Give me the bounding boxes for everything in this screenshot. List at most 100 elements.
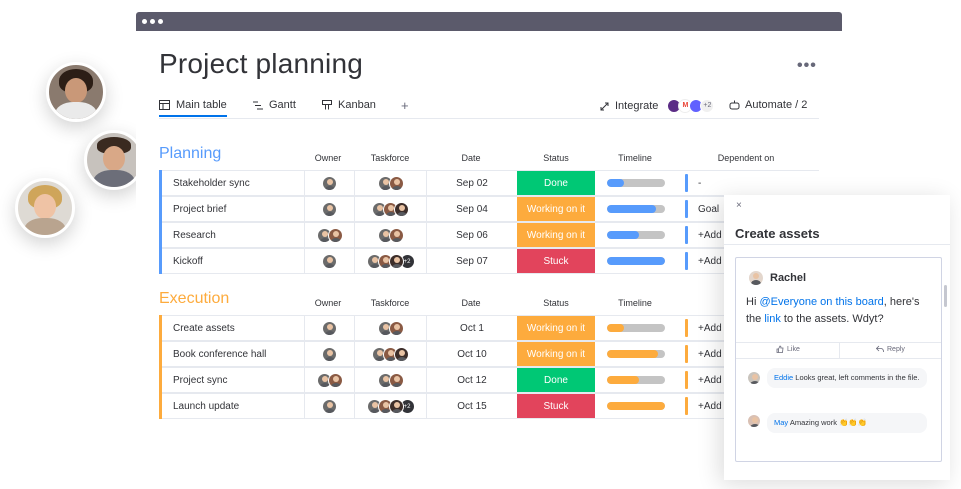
owner-cell[interactable] (304, 342, 354, 366)
table-row[interactable]: Create assets Oct 1 Working on it +Add (159, 315, 819, 341)
avatar-group[interactable] (377, 320, 404, 336)
owner-cell[interactable] (304, 316, 354, 340)
taskforce-cell[interactable] (354, 197, 426, 221)
dependent-cell[interactable]: +Add (685, 368, 722, 392)
date-cell[interactable]: Sep 06 (426, 223, 517, 247)
item-name[interactable]: Launch update (163, 394, 303, 418)
mention-link[interactable]: @Everyone on this board (759, 296, 883, 308)
taskforce-cell[interactable] (354, 368, 426, 392)
status-badge[interactable]: Stuck (517, 394, 595, 418)
taskforce-cell[interactable]: +2 (354, 394, 426, 418)
avatar-group[interactable] (316, 372, 343, 388)
status-badge[interactable]: Working on it (517, 316, 595, 340)
item-name[interactable]: Project brief (163, 197, 303, 221)
status-badge[interactable]: Working on it (517, 342, 595, 366)
date-cell[interactable]: Sep 07 (426, 249, 517, 273)
avatar-group[interactable] (322, 320, 337, 336)
avatar-group[interactable] (322, 398, 337, 414)
dependent-cell[interactable]: +Add (685, 249, 722, 273)
item-name[interactable]: Stakeholder sync (163, 171, 303, 195)
timeline-bar[interactable] (607, 179, 665, 187)
date-cell[interactable]: Oct 12 (426, 368, 517, 392)
timeline-bar[interactable] (607, 231, 665, 239)
status-badge[interactable]: Stuck (517, 249, 595, 273)
like-button[interactable]: Like (776, 345, 800, 353)
timeline-fill (607, 179, 625, 187)
group-title-execution[interactable]: Execution (159, 290, 229, 308)
automate-button[interactable]: Automate / 2 (729, 99, 807, 111)
dependent-cell[interactable]: +Add (685, 342, 722, 366)
status-badge[interactable]: Working on it (517, 223, 595, 247)
group-title-planning[interactable]: Planning (159, 145, 221, 163)
date-cell[interactable]: Oct 15 (426, 394, 517, 418)
integrate-button[interactable]: Integrate M +2 (599, 99, 715, 113)
table-row[interactable]: Kickoff +2 Sep 07 Stuck +Add (159, 248, 819, 274)
avatar-group[interactable] (322, 253, 337, 269)
avatar-group[interactable] (377, 175, 404, 191)
owner-cell[interactable] (304, 394, 354, 418)
date-cell[interactable]: Oct 1 (426, 316, 517, 340)
avatar-group[interactable] (322, 201, 337, 217)
assets-link[interactable]: link (764, 313, 781, 325)
taskforce-cell[interactable]: +2 (354, 249, 426, 273)
dependent-cell[interactable]: +Add (685, 316, 722, 340)
owner-cell[interactable] (304, 368, 354, 392)
dependent-cell[interactable]: +Add (685, 394, 722, 418)
timeline-bar[interactable] (607, 376, 665, 384)
taskforce-cell[interactable] (354, 223, 426, 247)
close-icon[interactable]: × (736, 200, 742, 211)
item-name[interactable]: Project sync (163, 368, 303, 392)
table-row[interactable]: Launch update +2 Oct 15 Stuck +Add (159, 393, 819, 419)
table-row[interactable]: Research Sep 06 Working on it +Add (159, 222, 819, 248)
avatar (394, 201, 409, 217)
scrollbar[interactable] (944, 285, 947, 307)
timeline-bar[interactable] (607, 324, 665, 332)
owner-cell[interactable] (304, 197, 354, 221)
avatar-group[interactable] (372, 201, 409, 217)
table-row[interactable]: Stakeholder sync Sep 02 Done - (159, 170, 819, 196)
add-view-button[interactable]: + (401, 98, 409, 113)
status-badge[interactable]: Done (517, 171, 595, 195)
dependent-cell[interactable]: Goal (685, 197, 719, 221)
status-badge[interactable]: Done (517, 368, 595, 392)
avatar-group[interactable] (377, 227, 404, 243)
owner-cell[interactable] (304, 171, 354, 195)
timeline-bar[interactable] (607, 350, 665, 358)
taskforce-cell[interactable] (354, 316, 426, 340)
item-name[interactable]: Research (163, 223, 303, 247)
taskforce-cell[interactable] (354, 342, 426, 366)
dependency-color-bar (685, 226, 688, 244)
date-cell[interactable]: Sep 02 (426, 171, 517, 195)
timeline-bar[interactable] (607, 402, 665, 410)
date-cell[interactable]: Oct 10 (426, 342, 517, 366)
tab-gantt[interactable]: Gantt (253, 99, 296, 111)
avatar-group[interactable] (322, 175, 337, 191)
avatar-group[interactable]: +2 (366, 253, 415, 269)
avatar-group[interactable] (316, 227, 343, 243)
more-options-icon[interactable]: ••• (797, 57, 817, 75)
table-row[interactable]: Book conference hall Oct 10 Working on it +… (159, 341, 819, 367)
tab-main-table[interactable]: Main table (159, 99, 227, 117)
avatar-group[interactable] (377, 372, 404, 388)
table-row[interactable]: Project sync Oct 12 Done +Add (159, 367, 819, 393)
avatar-group[interactable]: +2 (366, 398, 415, 414)
status-badge[interactable]: Working on it (517, 197, 595, 221)
date-cell[interactable]: Sep 04 (426, 197, 517, 221)
owner-cell[interactable] (304, 249, 354, 273)
tab-kanban[interactable]: Kanban (322, 99, 376, 111)
table-row[interactable]: Project brief Sep 04 Working on it Goal (159, 196, 819, 222)
dependent-cell[interactable]: - (685, 171, 701, 195)
item-name[interactable]: Kickoff (163, 249, 303, 273)
owner-cell[interactable] (304, 223, 354, 247)
item-name[interactable]: Create assets (163, 316, 303, 340)
dependent-cell[interactable]: +Add (685, 223, 722, 247)
timeline-bar[interactable] (607, 257, 665, 265)
item-name[interactable]: Book conference hall (163, 342, 303, 366)
reply-author[interactable]: May (774, 418, 788, 427)
reply-author[interactable]: Eddie (774, 373, 793, 382)
reply-button[interactable]: Reply (876, 345, 905, 353)
timeline-bar[interactable] (607, 205, 665, 213)
avatar-group[interactable] (322, 346, 337, 362)
taskforce-cell[interactable] (354, 171, 426, 195)
avatar-group[interactable] (372, 346, 409, 362)
